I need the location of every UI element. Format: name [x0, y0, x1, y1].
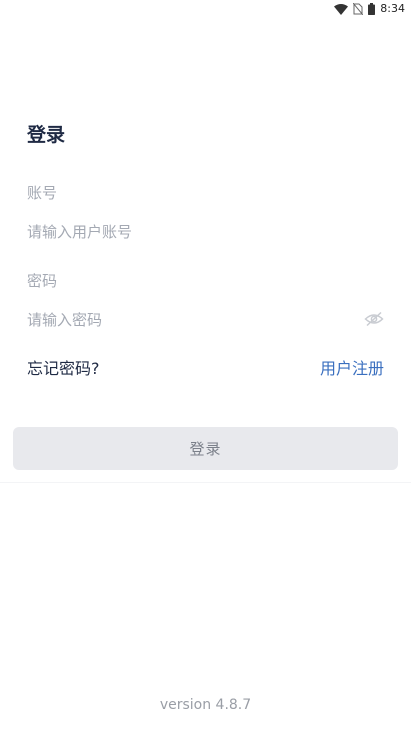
account-label: 账号 — [27, 184, 58, 202]
wifi-icon — [334, 0, 349, 19]
status-icons: 8:34 — [334, 2, 405, 16]
account-input[interactable] — [27, 220, 347, 244]
forgot-password-link[interactable]: 忘记密码? — [27, 358, 100, 380]
login-button[interactable]: 登录 — [13, 427, 398, 470]
version-label: version 4.8.7 — [159, 697, 252, 713]
status-time: 8:34 — [380, 2, 405, 15]
password-label: 密码 — [27, 272, 58, 290]
status-bar: 8:34 — [0, 0, 411, 20]
divider — [0, 482, 411, 483]
battery-icon — [368, 0, 376, 19]
register-link[interactable]: 用户注册 — [320, 358, 384, 380]
password-input[interactable] — [27, 308, 347, 332]
eye-hidden-icon[interactable] — [364, 311, 384, 327]
page-title: 登录 — [27, 124, 66, 146]
no-sim-icon — [352, 0, 364, 19]
